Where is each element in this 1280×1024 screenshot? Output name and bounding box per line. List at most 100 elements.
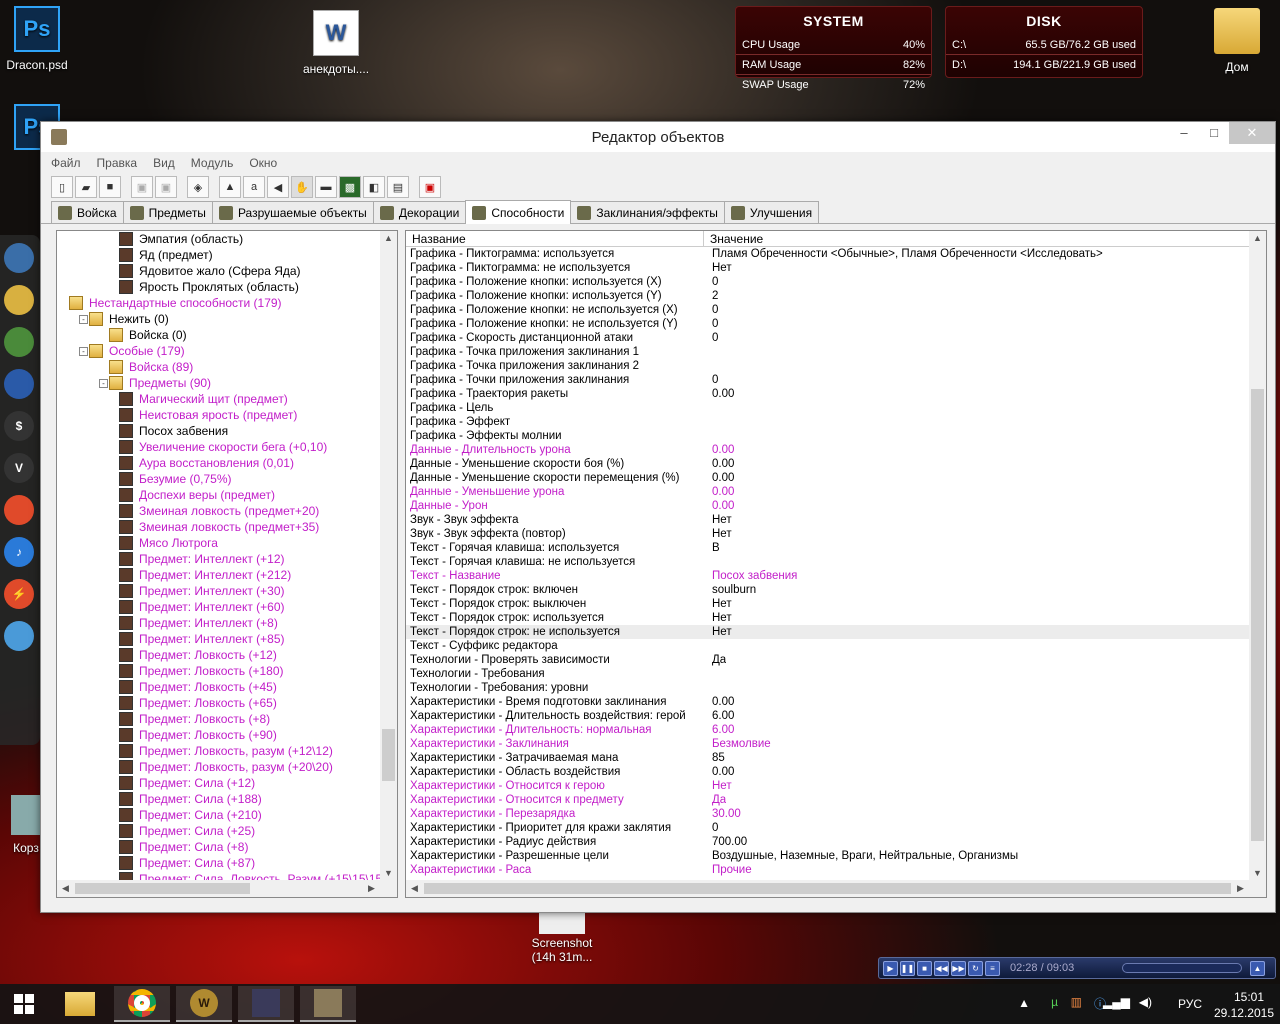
tree-item[interactable]: Предмет: Сила, Ловкость, Разум (+15\15\1… [61, 871, 380, 880]
rewind-icon[interactable]: ◀◀ [934, 960, 949, 976]
scroll-thumb[interactable] [424, 883, 1231, 894]
property-value[interactable]: Безмолвие [706, 737, 771, 751]
collapse-icon[interactable]: - [79, 347, 88, 356]
tree-folder[interactable]: - Предметы (90) [61, 375, 380, 391]
property-row[interactable]: Характеристики - Длительность: нормальна… [406, 723, 1249, 737]
tab-destructibles[interactable]: Разрушаемые объекты [211, 201, 374, 223]
tree-item[interactable]: Магический щит (предмет) [61, 391, 380, 407]
tab-abilities[interactable]: Способности [465, 200, 572, 224]
property-value[interactable]: Нет [706, 261, 732, 275]
property-row[interactable]: Характеристики - Заклинания Безмолвие [406, 737, 1249, 751]
tree-item[interactable]: Предмет: Интеллект (+12) [61, 551, 380, 567]
eject-icon[interactable]: ▲ [1250, 960, 1265, 976]
property-value[interactable]: Прочие [706, 863, 752, 877]
tree-item[interactable]: Предмет: Ловкость, разум (+12\12) [61, 743, 380, 759]
property-value[interactable] [706, 667, 712, 681]
property-row[interactable]: Данные - Уменьшение урона 0.00 [406, 485, 1249, 499]
tree-folder[interactable]: - Особые (179) [61, 343, 380, 359]
photo-icon[interactable] [4, 621, 34, 651]
tree-item[interactable]: Предмет: Сила (+188) [61, 791, 380, 807]
property-value[interactable]: Нет [706, 779, 732, 793]
start-button[interactable] [0, 986, 48, 1022]
chrome-icon[interactable] [4, 495, 34, 525]
scroll-left-icon[interactable]: ◀ [57, 883, 74, 894]
property-value[interactable]: Да [706, 653, 726, 667]
desktop-icon-anekdoty[interactable]: W анекдоты.... [294, 10, 378, 76]
speaker-icon[interactable]: ◀ [267, 176, 289, 198]
terrain-editor-icon[interactable]: ◈ [187, 176, 209, 198]
tree-folder[interactable]: - Нежить (0) [61, 311, 380, 327]
taskbar-explorer[interactable] [52, 986, 108, 1022]
property-value[interactable]: 0.00 [706, 443, 734, 457]
property-value[interactable]: 0 [706, 373, 718, 387]
tree-item[interactable]: Змеиная ловкость (предмет+20) [61, 503, 380, 519]
property-row[interactable]: Характеристики - Радиус действия 700.00 [406, 835, 1249, 849]
property-value[interactable]: Воздушные, Наземные, Враги, Нейтральные,… [706, 849, 1018, 863]
tree-item[interactable]: Змеиная ловкость (предмет+35) [61, 519, 380, 535]
property-row[interactable]: Графика - Положение кнопки: не используе… [406, 303, 1249, 317]
property-value[interactable]: Пламя Обреченности <Обычные>, Пламя Обре… [706, 247, 1103, 261]
property-row[interactable]: Звук - Звук эффекта (повтор) Нет [406, 527, 1249, 541]
campaign-editor-icon[interactable]: ▬ [315, 176, 337, 198]
property-value[interactable] [706, 639, 712, 653]
menu-view[interactable]: Вид [153, 156, 175, 170]
property-row[interactable]: Графика - Положение кнопки: используется… [406, 275, 1249, 289]
property-value[interactable]: 0 [706, 317, 718, 331]
tree-item[interactable]: Предмет: Интеллект (+30) [61, 583, 380, 599]
tree-item[interactable]: Предмет: Ловкость (+180) [61, 663, 380, 679]
scroll-thumb[interactable] [382, 729, 395, 781]
property-value[interactable]: 0.00 [706, 471, 734, 485]
close-button[interactable]: ✕ [1229, 122, 1275, 144]
property-row[interactable]: Графика - Цель [406, 401, 1249, 415]
tab-upgrades[interactable]: Улучшения [723, 201, 820, 223]
property-row[interactable]: Графика - Эффект [406, 415, 1249, 429]
tree-item[interactable]: Увеличение скорости бега (+0,10) [61, 439, 380, 455]
property-row[interactable]: Текст - Порядок строк: не используется Не… [406, 625, 1249, 639]
property-row[interactable]: Текст - Порядок строк: используется Нет [406, 611, 1249, 625]
property-value[interactable] [706, 359, 712, 373]
property-value[interactable]: 0.00 [706, 499, 734, 513]
show-hidden-icons-icon[interactable]: ▲ [1018, 996, 1030, 1010]
column-header-name[interactable]: Название [406, 231, 704, 246]
scroll-up-icon[interactable]: ▲ [1249, 233, 1266, 243]
property-value[interactable]: 0 [706, 331, 718, 345]
title-bar[interactable]: Редактор объектов – □ ✕ [41, 122, 1275, 152]
menu-edit[interactable]: Правка [97, 156, 138, 170]
test-map-icon[interactable]: ▣ [419, 176, 441, 198]
dollar-icon[interactable]: $ [4, 411, 34, 441]
property-row[interactable]: Характеристики - Затрачиваемая мана 85 [406, 751, 1249, 765]
tree-item[interactable]: Предмет: Ловкость (+8) [61, 711, 380, 727]
grid-horizontal-scrollbar[interactable]: ◀ ▶ [406, 880, 1249, 897]
property-row[interactable]: Характеристики - Длительность воздействи… [406, 709, 1249, 723]
property-value[interactable]: 0 [706, 821, 718, 835]
property-row[interactable]: Графика - Эффекты молнии [406, 429, 1249, 443]
property-value[interactable]: Нет [706, 625, 732, 639]
save-icon[interactable]: ■ [99, 176, 121, 198]
property-row[interactable]: Графика - Траектория ракеты 0.00 [406, 387, 1249, 401]
stop-icon[interactable]: ■ [917, 960, 932, 976]
volume-icon[interactable]: ◀) [1139, 995, 1152, 1009]
scroll-down-icon[interactable]: ▼ [1249, 868, 1266, 878]
property-value[interactable]: Нет [706, 513, 732, 527]
clock-date[interactable]: 29.12.2015 [1214, 1006, 1274, 1020]
property-value[interactable]: Нет [706, 611, 732, 625]
column-header-value[interactable]: Значение [704, 231, 1249, 246]
menu-file[interactable]: Файл [51, 156, 81, 170]
property-row[interactable]: Текст - Горячая клавиша: используется B [406, 541, 1249, 555]
tree-folder[interactable]: Войска (0) [61, 327, 380, 343]
property-row[interactable]: Звук - Звук эффекта Нет [406, 513, 1249, 527]
property-row[interactable]: Графика - Пиктограмма: не используется Не… [406, 261, 1249, 275]
property-value[interactable]: 0.00 [706, 765, 734, 779]
property-value[interactable]: Нет [706, 527, 732, 541]
property-value[interactable]: 6.00 [706, 723, 734, 737]
property-row[interactable]: Текст - Название Посох забвения [406, 569, 1249, 583]
v-app-icon[interactable]: V [4, 453, 34, 483]
scroll-right-icon[interactable]: ▶ [363, 883, 380, 894]
new-file-icon[interactable]: ▯ [51, 176, 73, 198]
taskbar-warcraft[interactable]: W [176, 986, 232, 1022]
tree-item[interactable]: Безумие (0,75%) [61, 471, 380, 487]
music-icon[interactable]: ♪ [4, 537, 34, 567]
property-value[interactable] [706, 429, 712, 443]
taskbar-chrome[interactable] [114, 986, 170, 1022]
property-value[interactable] [706, 681, 712, 695]
